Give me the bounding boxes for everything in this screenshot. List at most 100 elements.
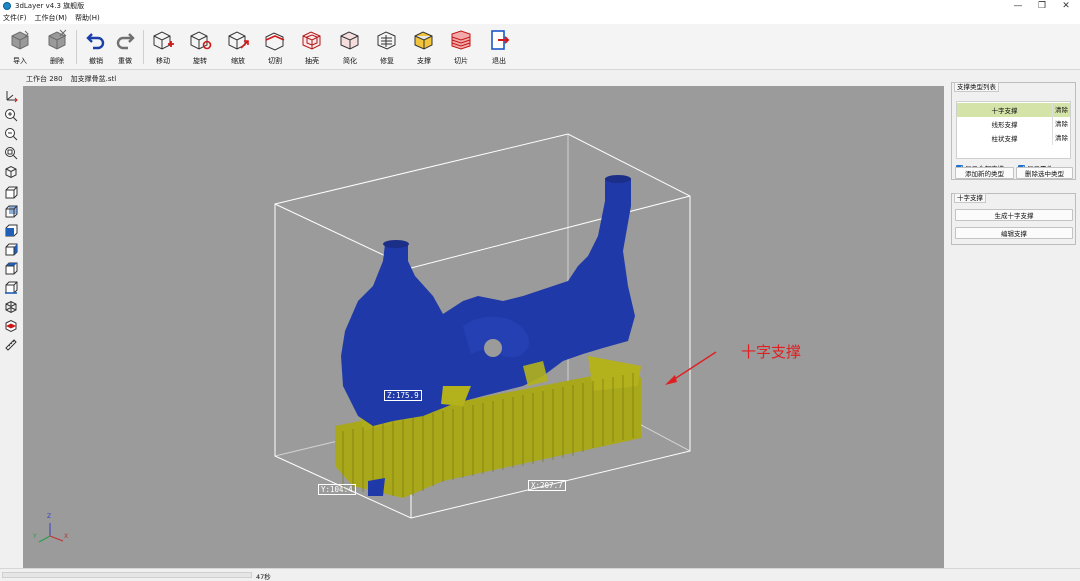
scene-canvas xyxy=(38,133,717,543)
axis-triad xyxy=(38,523,64,543)
view-front-button[interactable] xyxy=(3,185,18,200)
zoom-out-button[interactable] xyxy=(3,126,18,141)
menu-workbench[interactable]: 工作台(M) xyxy=(35,13,68,23)
view-wireframe-button[interactable] xyxy=(3,299,18,314)
clear-button[interactable]: 清除 xyxy=(1052,131,1070,145)
support-button[interactable]: 支撑 xyxy=(409,28,439,68)
app-logo-icon xyxy=(3,2,11,10)
cross-support-annotation: 十字支撑 xyxy=(741,343,802,361)
slice-button[interactable]: 切片 xyxy=(446,28,476,68)
support-type-row[interactable]: 柱状支撑 清除 xyxy=(957,131,1070,145)
title-bar: 3dLayer v4.3 旗舰版 — ❐ ✕ xyxy=(0,0,1080,12)
support-type-name: 十字支撑 xyxy=(991,107,1018,115)
simplify-button[interactable]: 简化 xyxy=(335,28,365,68)
axis-icon xyxy=(6,90,18,102)
view-iso-button[interactable] xyxy=(3,164,18,179)
undo-icon xyxy=(86,33,105,50)
z-dimension-label: Z:175.9 xyxy=(384,390,422,401)
view-back-button[interactable] xyxy=(3,204,18,219)
zoom-out-icon xyxy=(4,127,17,140)
view-left-button[interactable] xyxy=(3,223,18,238)
repair-icon xyxy=(377,31,396,50)
measure-button[interactable] xyxy=(3,337,18,352)
cut-button[interactable]: 切割 xyxy=(260,28,290,68)
menu-file[interactable]: 文件(F) xyxy=(3,13,27,23)
toolbar: 导入 删除 撤销 重做 移动 旋转 缩放 切割 抽壳 简化 修复 支撑 切片 退… xyxy=(0,24,1080,70)
tab-model-file[interactable]: 加支撑骨盆.stl xyxy=(67,74,121,84)
support-type-list: 十字支撑 清除 线形支撑 清除 柱状支撑 清除 xyxy=(956,101,1071,159)
x-dimension-label: X:207.7 xyxy=(528,480,566,491)
cube-iso-icon xyxy=(5,165,16,178)
support-type-row[interactable]: 线形支撑 清除 xyxy=(957,117,1070,131)
delete-type-button[interactable]: 删除选中类型 xyxy=(1016,167,1073,179)
edit-support-button[interactable]: 编辑支撑 xyxy=(955,227,1073,239)
support-type-name: 柱状支撑 xyxy=(991,135,1018,143)
import-button[interactable]: 导入 xyxy=(5,28,35,68)
cube-back-icon xyxy=(5,205,17,217)
view-right-button[interactable] xyxy=(3,242,18,257)
exit-icon xyxy=(491,30,510,50)
view-bottom-button[interactable] xyxy=(3,280,18,295)
support-types-group: 支撑类型列表 十字支撑 清除 线形支撑 清除 柱状支撑 清除 显示全部支撑 显示… xyxy=(951,82,1076,180)
support-types-title: 支撑类型列表 xyxy=(954,82,999,92)
section-view-button[interactable] xyxy=(3,318,18,333)
y-dimension-label: Y:104.4 xyxy=(318,484,356,495)
zoom-in-icon xyxy=(4,108,17,121)
axis-z-label: Z xyxy=(47,513,52,520)
cube-bottom-icon xyxy=(4,281,17,294)
hollow-button[interactable]: 抽壳 xyxy=(297,28,327,68)
support-type-row[interactable]: 十字支撑 清除 xyxy=(957,103,1070,117)
delete-button[interactable]: 删除 xyxy=(42,28,72,68)
scale-icon xyxy=(228,31,249,50)
minimize-button[interactable]: — xyxy=(1006,0,1030,12)
section-cube-icon xyxy=(5,319,16,332)
axis-x-label: X xyxy=(64,533,69,540)
cut-icon xyxy=(265,32,285,51)
elapsed-time: 47秒 xyxy=(256,573,271,581)
exit-button[interactable]: 退出 xyxy=(484,28,514,68)
rotate-button[interactable]: 旋转 xyxy=(185,28,215,68)
maximize-button[interactable]: ❐ xyxy=(1030,0,1054,12)
cross-support-title: 十字支撑 xyxy=(954,193,986,203)
zoom-fit-icon xyxy=(4,146,17,159)
3d-viewport[interactable]: Z:175.9 Y:104.4 X:207.7 Z Y X 十字支撑 xyxy=(23,86,944,568)
undo-button[interactable]: 撤销 xyxy=(81,28,111,68)
cube-left-icon xyxy=(5,224,17,236)
clear-button[interactable]: 清除 xyxy=(1052,117,1070,131)
cube-front-icon xyxy=(5,186,17,198)
support-icon xyxy=(414,31,433,50)
menu-help[interactable]: 帮助(H) xyxy=(75,13,100,23)
tab-workbench[interactable]: 工作台 280 xyxy=(22,74,67,84)
zoom-fit-button[interactable] xyxy=(3,145,18,160)
clear-button[interactable]: 清除 xyxy=(1052,103,1070,117)
right-panel: 支撑类型列表 十字支撑 清除 线形支撑 清除 柱状支撑 清除 显示全部支撑 显示… xyxy=(948,72,1080,568)
toolbar-separator xyxy=(76,30,77,64)
ruler-icon xyxy=(4,338,17,351)
support-type-name: 线形支撑 xyxy=(991,121,1018,129)
cube-wireframe-icon xyxy=(5,300,16,313)
window-title: 3dLayer v4.3 旗舰版 xyxy=(15,2,85,10)
hollow-icon xyxy=(302,31,321,50)
zoom-in-button[interactable] xyxy=(3,107,18,122)
progress-bar xyxy=(2,572,252,578)
move-button[interactable]: 移动 xyxy=(148,28,178,68)
repair-button[interactable]: 修复 xyxy=(372,28,402,68)
document-tabs: 工作台 280 加支撑骨盆.stl xyxy=(22,72,120,86)
import-icon xyxy=(11,30,29,50)
scale-button[interactable]: 缩放 xyxy=(223,28,253,68)
slice-icon xyxy=(451,30,471,50)
add-type-button[interactable]: 添加新的类型 xyxy=(955,167,1014,179)
simplify-icon xyxy=(340,31,359,50)
toolbar-separator xyxy=(143,30,144,64)
redo-icon xyxy=(116,33,135,50)
rotate-icon xyxy=(190,31,212,50)
delete-icon xyxy=(48,29,67,50)
generate-cross-support-button[interactable]: 生成十字支撑 xyxy=(955,209,1073,221)
view-toolbar xyxy=(0,86,22,568)
axis-view-button[interactable] xyxy=(3,88,18,103)
close-button[interactable]: ✕ xyxy=(1054,0,1078,12)
cube-top-icon xyxy=(5,262,17,274)
menu-bar: 文件(F) 工作台(M) 帮助(H) xyxy=(0,12,1080,24)
redo-button[interactable]: 重做 xyxy=(110,28,140,68)
view-top-button[interactable] xyxy=(3,261,18,276)
